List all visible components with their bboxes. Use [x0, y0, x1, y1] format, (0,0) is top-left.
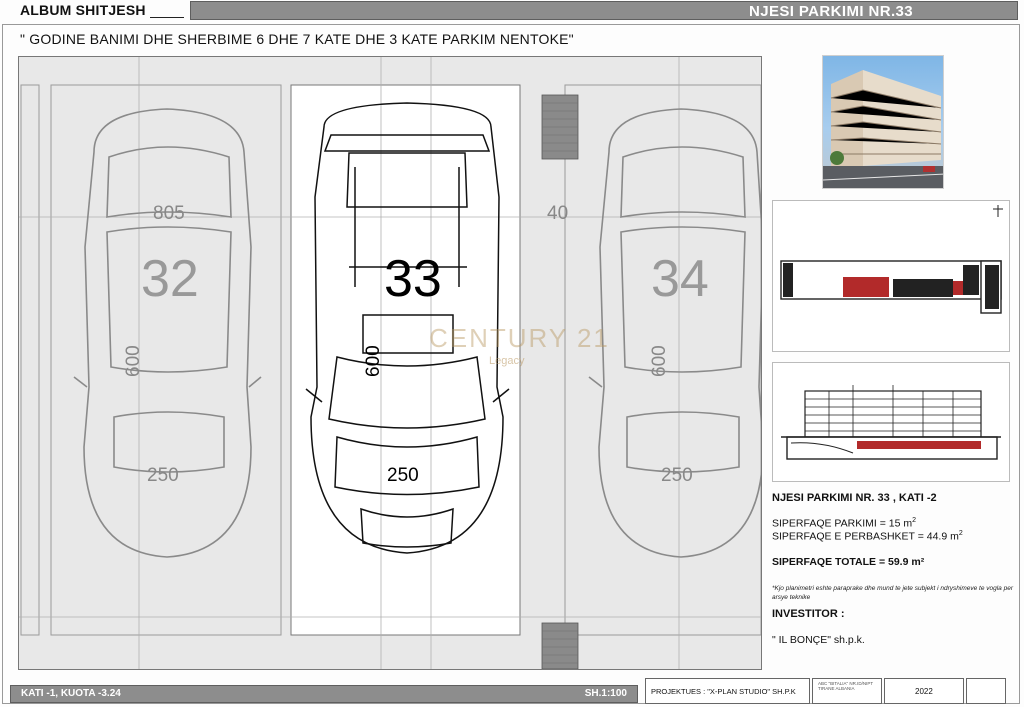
space-number-34: 34: [651, 250, 709, 308]
space-number-33: 33: [384, 250, 442, 308]
parking-area-text: SIPERFAQE PARKIMI = 15 m: [772, 517, 913, 530]
parking-plan: 32 33 34 805 40 250 250 250 600 600 600 …: [18, 56, 762, 670]
total-area: SIPERFAQE TOTALE = 59.9 m²: [772, 556, 925, 568]
section-drawing: [781, 385, 1001, 460]
length-dim-32: 600: [123, 345, 144, 377]
title-block-designer: PROJEKTUES : "X-PLAN STUDIO" SH.P.K: [645, 678, 810, 704]
scale-label: SH.1:100: [584, 688, 627, 699]
building-photo: [822, 55, 944, 189]
dim-label-gap: 40: [547, 203, 569, 224]
length-dim-34: 600: [649, 345, 670, 377]
year-text: 2022: [915, 687, 933, 696]
album-title: ALBUM SHITJESH: [20, 2, 146, 18]
logo-text: ABC "BITALIA" NR.ID/NIPT TIRANE ALBANIA: [818, 681, 874, 691]
disclaimer-note: *Kjo planimetri eshte paraprake dhe mund…: [772, 585, 1013, 601]
shared-area-line: SIPERFAQE E PERBASHKET = 44.9 m2: [772, 530, 963, 543]
title-block-sheet: [966, 678, 1006, 704]
length-dim-33: 600: [363, 345, 384, 377]
project-subtitle: " GODINE BANIMI DHE SHERBIME 6 DHE 7 KAT…: [20, 31, 574, 47]
unit-title: NJESI PARKIMI NR.33: [748, 3, 913, 20]
section-drawing-box: [772, 362, 1010, 482]
investor-name: " IL BONÇE" sh.p.k.: [772, 634, 865, 646]
title-block-year: 2022: [884, 678, 964, 704]
floor-label: KATI -1, KUOTA -3.24: [21, 688, 121, 699]
investor-label: INVESTITOR :: [772, 608, 845, 620]
shared-area-unit-sup: 2: [958, 530, 963, 537]
width-dim-33: 250: [387, 465, 419, 486]
designer-text: PROJEKTUES : "X-PLAN STUDIO" SH.P.K: [651, 687, 796, 696]
space-number-32: 32: [141, 250, 199, 308]
unit-banner: NJESI PARKIMI NR.33: [190, 1, 1018, 20]
building-photo-drawing: [823, 70, 943, 188]
shared-area-text: SIPERFAQE E PERBASHKET = 44.9 m: [772, 530, 959, 543]
watermark: CENTURY 21: [429, 323, 610, 353]
album-title-underline: [150, 17, 184, 18]
parking-area-line: SIPERFAQE PARKIMI = 15 m2: [772, 517, 916, 530]
site-plan-drawing: [780, 205, 1003, 314]
title-block-logo: ABC "BITALIA" NR.ID/NIPT TIRANE ALBANIA: [812, 678, 882, 704]
width-dim-32: 250: [147, 465, 179, 486]
site-plan-box: [772, 200, 1010, 352]
unit-info-title: NJESI PARKIMI NR. 33 , KATI -2: [772, 492, 937, 504]
dim-label-805: 805: [153, 203, 185, 224]
parking-area-unit-sup: 2: [912, 517, 917, 524]
width-dim-34: 250: [661, 465, 693, 486]
column-bottom: [541, 622, 579, 669]
footer-bar: KATI -1, KUOTA -3.24 SH.1:100: [10, 685, 638, 703]
watermark-sub: Legacy: [489, 355, 525, 367]
